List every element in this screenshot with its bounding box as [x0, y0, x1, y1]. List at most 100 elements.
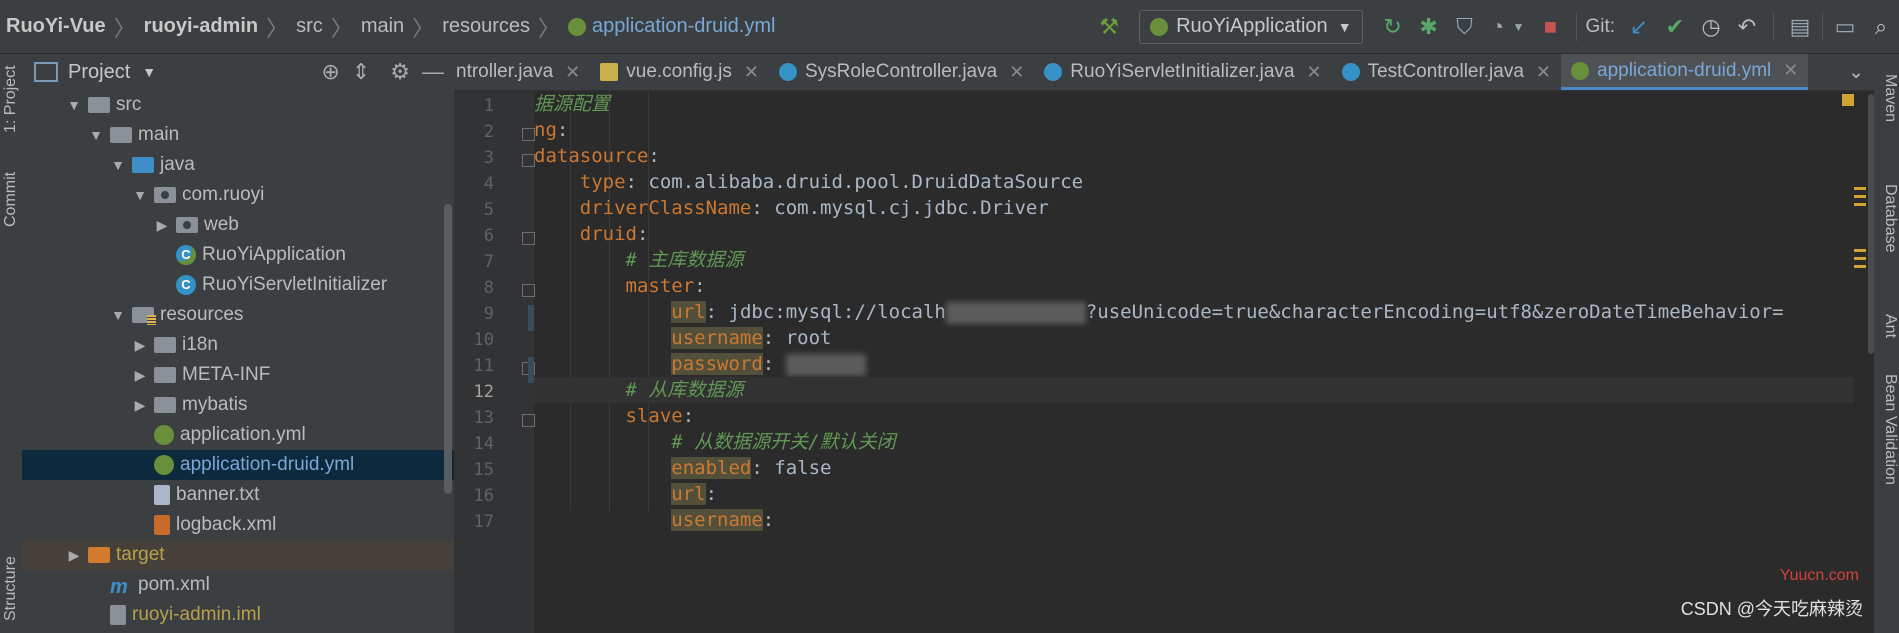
breadcrumb-main[interactable]: main — [361, 15, 404, 38]
tree-item-label: application.yml — [180, 424, 306, 445]
coverage-shield-icon[interactable]: ⛉ — [1447, 9, 1483, 45]
left-tool-strip: 1: Project Commit Structure — [0, 54, 23, 633]
tab-vue-config-js[interactable]: vue.config.js ✕ — [590, 54, 769, 90]
breadcrumb-file[interactable]: application-druid.yml — [592, 15, 775, 38]
breadcrumb-module[interactable]: ruoyi-admin — [144, 15, 258, 38]
close-icon[interactable]: ✕ — [565, 62, 580, 83]
line-number: 15 — [473, 460, 494, 480]
close-icon[interactable]: ✕ — [1009, 62, 1024, 83]
bean-validation-tool-tab[interactable]: Bean Validation — [1874, 374, 1899, 574]
database-tool-tab[interactable]: Database — [1874, 184, 1899, 294]
expanded-arrow-icon[interactable]: ▼ — [86, 127, 106, 143]
tree-item-pom-xml[interactable]: m pom.xml — [22, 570, 454, 600]
tree-item-com-ruoyi[interactable]: ▼ com.ruoyi — [22, 180, 454, 210]
git-update-arrow-icon[interactable]: ↙ — [1621, 9, 1657, 45]
rerun-icon[interactable]: ↻ — [1375, 9, 1411, 45]
error-stripe-marker[interactable] — [1854, 249, 1866, 252]
tree-item-banner-txt[interactable]: banner.txt — [22, 480, 454, 510]
tab-ruoyiservletinitializer-java[interactable]: RuoYiServletInitializer.java ✕ — [1034, 54, 1331, 90]
tree-item-java[interactable]: ▼ java — [22, 150, 454, 180]
profile-icon[interactable]: ◔ — [1483, 9, 1513, 45]
error-stripe-marker[interactable] — [1854, 195, 1866, 198]
debug-bug-icon[interactable]: ✱ — [1411, 9, 1447, 45]
ant-tool-tab[interactable]: Ant — [1874, 314, 1899, 364]
tree-item-ruoyiservletinitializer[interactable]: C RuoYiServletInitializer — [22, 270, 454, 300]
tab-testcontroller-java[interactable]: TestController.java ✕ — [1332, 54, 1561, 90]
spring-yml-icon — [154, 425, 174, 445]
tree-item-src[interactable]: ▼ src — [22, 90, 454, 120]
tab-sysrolecontroller-java[interactable]: SysRoleController.java ✕ — [769, 54, 1034, 90]
error-stripe-marker[interactable] — [1854, 257, 1866, 260]
tree-item-i18n[interactable]: ▶ i18n — [22, 330, 454, 360]
tree-item-ruoyiapplication[interactable]: C RuoYiApplication — [22, 240, 454, 270]
minimize-icon[interactable]: — — [422, 59, 444, 85]
chevron-down-icon[interactable]: ▼ — [1513, 20, 1525, 34]
tree-item-web[interactable]: ▶ web — [22, 210, 454, 240]
tree-item-application-yml[interactable]: application.yml — [22, 420, 454, 450]
tree-item-main[interactable]: ▼ main — [22, 120, 454, 150]
collapse-all-icon[interactable]: ⇕ — [352, 59, 370, 85]
error-stripe-marker[interactable] — [1854, 265, 1866, 268]
tree-item-label: src — [116, 94, 142, 115]
inspection-warning-icon[interactable] — [1842, 94, 1854, 106]
yaml-key: url — [671, 301, 706, 323]
navigation-bar: RuoYi-Vue 〉 ruoyi-admin 〉 src 〉 main 〉 r… — [0, 0, 1899, 54]
project-tree-scrollbar[interactable] — [444, 204, 452, 494]
error-stripe-marker[interactable] — [1854, 187, 1866, 190]
tree-item-application-druid-yml[interactable]: application-druid.yml — [22, 450, 454, 480]
expanded-arrow-icon[interactable]: ▼ — [108, 157, 128, 173]
code-line-8: master: — [625, 275, 706, 297]
collapsed-arrow-icon[interactable]: ▶ — [130, 397, 150, 414]
structure-tool-tab[interactable]: Structure — [0, 544, 22, 633]
stop-icon[interactable]: ■ — [1532, 9, 1568, 45]
rollback-undo-icon[interactable]: ↶ — [1729, 9, 1765, 45]
line-number: 6 — [483, 226, 494, 246]
close-icon[interactable]: ✕ — [1536, 62, 1551, 83]
maven-tool-tab[interactable]: Maven — [1874, 74, 1899, 154]
breadcrumb-resources[interactable]: resources — [442, 15, 530, 38]
collapsed-arrow-icon[interactable]: ▶ — [64, 547, 84, 564]
expanded-arrow-icon[interactable]: ▼ — [130, 187, 150, 203]
project-tool-tab[interactable]: 1: Project — [0, 54, 22, 144]
xml-file-icon — [154, 515, 170, 535]
tab-list-chevron-icon[interactable]: ⌄ — [1838, 54, 1874, 90]
tree-item-resources[interactable]: ▼ resources — [22, 300, 454, 330]
project-view-title[interactable]: Project — [68, 61, 130, 84]
close-icon[interactable]: ✕ — [1307, 62, 1322, 83]
tree-item-label: main — [138, 124, 180, 145]
expanded-arrow-icon[interactable]: ▼ — [64, 97, 84, 113]
run-configuration-select[interactable]: RuoYiApplication ▼ — [1139, 9, 1363, 44]
breadcrumb-src[interactable]: src — [296, 15, 323, 38]
git-commit-check-icon[interactable]: ✔ — [1657, 9, 1693, 45]
chevron-down-icon[interactable]: ▼ — [142, 64, 156, 80]
code-comment: 据源配置 — [534, 93, 611, 115]
class-icon — [1044, 63, 1063, 81]
collapsed-arrow-icon[interactable]: ▶ — [152, 217, 172, 234]
history-clock-icon[interactable]: ◷ — [1693, 9, 1729, 45]
locate-crosshair-icon[interactable]: ⊕ — [321, 59, 339, 85]
tree-item-meta-inf[interactable]: ▶ META-INF — [22, 360, 454, 390]
tree-item-mybatis[interactable]: ▶ mybatis — [22, 390, 454, 420]
commit-tool-tab[interactable]: Commit — [0, 154, 22, 244]
tab-controller-java[interactable]: ntroller.java ✕ — [454, 54, 590, 90]
terminal-window-icon[interactable]: ▭ — [1827, 9, 1863, 45]
breadcrumb-project[interactable]: RuoYi-Vue — [6, 15, 106, 38]
search-icon[interactable]: ⌕ — [1863, 9, 1899, 45]
tree-item-ruoyi-admin-iml[interactable]: ruoyi-admin.iml — [22, 600, 454, 630]
tree-item-target[interactable]: ▶ target — [22, 540, 454, 570]
code-line-15: enabled: false — [671, 457, 832, 479]
close-icon[interactable]: ✕ — [744, 62, 759, 83]
breadcrumb: RuoYi-Vue 〉 ruoyi-admin 〉 src 〉 main 〉 r… — [6, 0, 775, 53]
project-structure-icon[interactable]: ▤ — [1782, 9, 1818, 45]
expanded-arrow-icon[interactable]: ▼ — [108, 307, 128, 323]
build-hammer-icon[interactable]: ⚒ — [1091, 9, 1127, 45]
error-stripe-marker[interactable] — [1854, 203, 1866, 206]
redacted-blur — [785, 353, 866, 376]
collapsed-arrow-icon[interactable]: ▶ — [130, 367, 150, 384]
close-icon[interactable]: ✕ — [1783, 60, 1798, 81]
collapsed-arrow-icon[interactable]: ▶ — [130, 337, 150, 354]
tree-item-logback-xml[interactable]: logback.xml — [22, 510, 454, 540]
tab-application-druid-yml[interactable]: application-druid.yml ✕ — [1561, 54, 1809, 90]
gear-icon[interactable]: ⚙ — [390, 59, 410, 85]
code-area[interactable]: 据源配置 ng: datasource: type: com.alibaba.d… — [534, 91, 1854, 633]
